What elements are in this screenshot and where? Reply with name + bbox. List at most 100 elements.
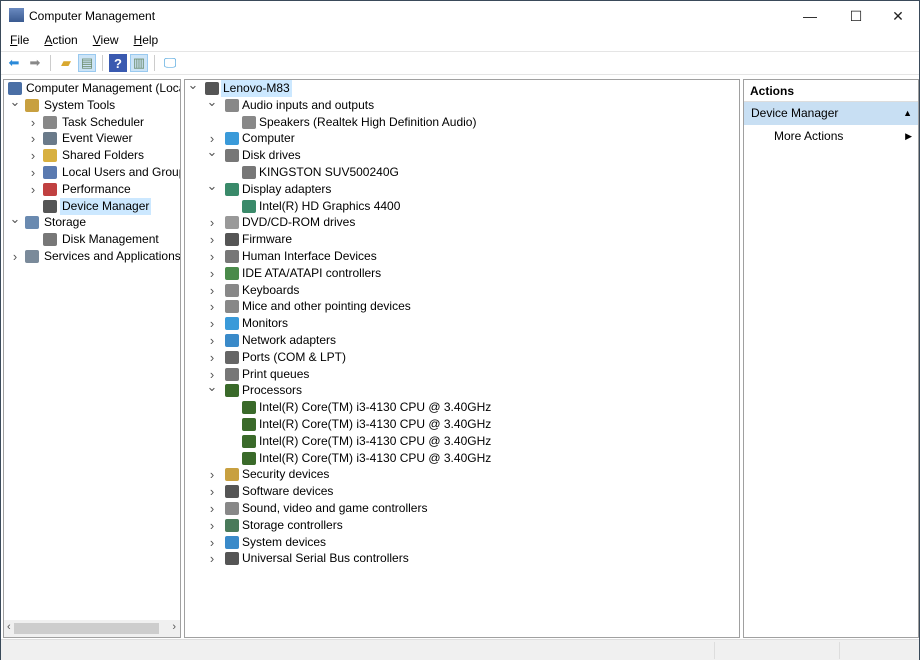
minimize-button[interactable]: — xyxy=(787,1,833,31)
horizontal-scrollbar[interactable]: ‹ › xyxy=(4,620,180,637)
device-icon xyxy=(225,132,239,146)
chevron-down-icon[interactable]: ⌄ xyxy=(206,95,218,108)
chevron-right-icon[interactable]: › xyxy=(27,181,39,198)
menu-help[interactable]: Help xyxy=(125,31,165,51)
tree-item[interactable]: ⌄ Storage xyxy=(4,212,180,231)
chevron-right-icon[interactable]: › xyxy=(206,534,218,551)
device-tree-item[interactable]: Intel(R) Core(TM) i3-4130 CPU @ 3.40GHz xyxy=(185,416,739,433)
show-hide-action-pane-icon[interactable]: ▥ xyxy=(130,54,148,72)
device-tree-item[interactable]: › Mice and other pointing devices xyxy=(185,298,739,315)
device-tree-item[interactable]: ⌄ Display adapters xyxy=(185,179,739,198)
device-tree-item[interactable]: › Security devices xyxy=(185,466,739,483)
device-tree-item[interactable]: › System devices xyxy=(185,534,739,551)
device-tree-item[interactable]: › Sound, video and game controllers xyxy=(185,500,739,517)
device-tree-item[interactable]: › Computer xyxy=(185,130,739,147)
tree-item[interactable]: Disk Management xyxy=(4,231,180,248)
tree-item[interactable]: › Shared Folders xyxy=(4,147,180,164)
chevron-right-icon[interactable]: › xyxy=(206,332,218,349)
scroll-left-icon[interactable]: ‹ xyxy=(7,621,11,633)
tree-item-label: Storage controllers xyxy=(242,517,343,532)
device-tree-item[interactable]: › Human Interface Devices xyxy=(185,248,739,265)
chevron-right-icon[interactable]: › xyxy=(27,130,39,147)
device-icon xyxy=(242,166,256,179)
close-button[interactable]: ✕ xyxy=(875,1,920,31)
chevron-right-icon[interactable]: › xyxy=(206,315,218,332)
device-tree-item[interactable]: Intel(R) Core(TM) i3-4130 CPU @ 3.40GHz xyxy=(185,450,739,467)
chevron-down-icon[interactable]: ⌄ xyxy=(206,145,218,158)
back-arrow-icon[interactable]: ⬅ xyxy=(5,54,23,72)
device-tree-item[interactable]: ⌄ Audio inputs and outputs xyxy=(185,95,739,114)
device-tree-item[interactable]: Intel(R) Core(TM) i3-4130 CPU @ 3.40GHz xyxy=(185,433,739,450)
chevron-right-icon[interactable]: › xyxy=(206,282,218,299)
scroll-right-icon[interactable]: › xyxy=(172,621,176,633)
chevron-right-icon[interactable]: › xyxy=(206,466,218,483)
device-tree-item[interactable]: › Universal Serial Bus controllers xyxy=(185,550,739,567)
chevron-down-icon[interactable]: ⌄ xyxy=(206,380,218,393)
chevron-right-icon[interactable]: › xyxy=(206,214,218,231)
chevron-right-icon[interactable]: › xyxy=(206,550,218,567)
status-panel xyxy=(839,642,919,659)
tree-item[interactable]: ⌄ System Tools xyxy=(4,95,180,114)
window-title: Computer Management xyxy=(29,9,156,23)
chevron-right-icon[interactable]: › xyxy=(27,114,39,131)
tree-item-label: Intel(R) Core(TM) i3-4130 CPU @ 3.40GHz xyxy=(259,450,492,465)
scrollbar-thumb[interactable] xyxy=(14,623,159,634)
help-icon[interactable]: ? xyxy=(109,54,127,72)
device-tree-item[interactable]: ⌄ Disk drives xyxy=(185,145,739,164)
device-tree-item[interactable]: KINGSTON SUV500240G xyxy=(185,164,739,181)
tree-item-label: Sound, video and game controllers xyxy=(242,501,428,515)
tree-item[interactable]: › Performance xyxy=(4,181,180,198)
chevron-right-icon[interactable]: › xyxy=(206,265,218,282)
chevron-right-icon[interactable]: › xyxy=(206,298,218,315)
tree-item[interactable]: › Task Scheduler xyxy=(4,114,180,131)
device-tree-item[interactable]: › Network adapters xyxy=(185,332,739,349)
chevron-right-icon[interactable]: › xyxy=(9,248,21,265)
device-tree-item[interactable]: Intel(R) Core(TM) i3-4130 CPU @ 3.40GHz xyxy=(185,399,739,416)
chevron-right-icon[interactable]: › xyxy=(206,349,218,366)
chevron-right-icon[interactable]: › xyxy=(206,517,218,534)
actions-section-device-manager[interactable]: Device Manager ▲ xyxy=(744,102,918,125)
tree-item-label: Audio inputs and outputs xyxy=(242,97,375,112)
chevron-down-icon[interactable]: ⌄ xyxy=(9,95,21,108)
maximize-button[interactable]: ☐ xyxy=(833,1,879,31)
device-tree-item[interactable]: › Storage controllers xyxy=(185,517,739,534)
device-tree-item[interactable]: › Software devices xyxy=(185,483,739,500)
device-tree-item[interactable]: Speakers (Realtek High Definition Audio) xyxy=(185,114,739,131)
device-tree-item[interactable]: › Print queues xyxy=(185,366,739,383)
tree-item[interactable]: › Services and Applications xyxy=(4,248,180,265)
up-folder-icon[interactable]: ▰ xyxy=(57,54,75,72)
device-tree-item[interactable]: › IDE ATA/ATAPI controllers xyxy=(185,265,739,282)
device-tree-item[interactable]: ⌄ Lenovo-M83 xyxy=(185,80,739,97)
chevron-right-icon[interactable]: › xyxy=(27,164,39,181)
device-tree-item[interactable]: Intel(R) HD Graphics 4400 xyxy=(185,198,739,215)
chevron-right-icon[interactable]: › xyxy=(27,147,39,164)
chevron-right-icon[interactable]: › xyxy=(206,483,218,500)
menu-file[interactable]: File xyxy=(1,31,35,51)
tree-item[interactable]: › Local Users and Groups xyxy=(4,164,180,181)
device-icon xyxy=(43,115,57,129)
forward-arrow-icon[interactable]: ➡ xyxy=(26,54,44,72)
menu-action[interactable]: Action xyxy=(35,31,83,51)
tree-item[interactable]: › Event Viewer xyxy=(4,130,180,147)
monitor-icon[interactable]: 🖵 xyxy=(161,54,179,72)
tree-item[interactable]: Device Manager xyxy=(4,197,180,215)
device-tree-item[interactable]: › Firmware xyxy=(185,231,739,248)
chevron-down-icon[interactable]: ⌄ xyxy=(9,212,21,225)
device-icon xyxy=(225,535,239,549)
device-tree-item[interactable]: › Ports (COM & LPT) xyxy=(185,349,739,366)
tree-item[interactable]: Computer Management (Local xyxy=(4,80,180,97)
chevron-down-icon[interactable]: ⌄ xyxy=(187,80,199,91)
show-hide-console-tree-icon[interactable]: ▤ xyxy=(78,54,96,72)
chevron-right-icon[interactable]: › xyxy=(206,248,218,265)
more-actions-item[interactable]: More Actions ▶ xyxy=(744,125,918,147)
chevron-right-icon[interactable]: › xyxy=(206,231,218,248)
chevron-right-icon[interactable]: › xyxy=(206,500,218,517)
device-tree-item[interactable]: ⌄ Processors xyxy=(185,380,739,399)
device-icon xyxy=(225,283,239,297)
device-tree-item[interactable]: › Monitors xyxy=(185,315,739,332)
menu-view[interactable]: View xyxy=(84,31,125,51)
device-tree-item[interactable]: › Keyboards xyxy=(185,282,739,299)
device-tree-item[interactable]: › DVD/CD-ROM drives xyxy=(185,214,739,231)
chevron-down-icon[interactable]: ⌄ xyxy=(206,179,218,192)
tree-item-label: Device Manager xyxy=(60,197,152,215)
